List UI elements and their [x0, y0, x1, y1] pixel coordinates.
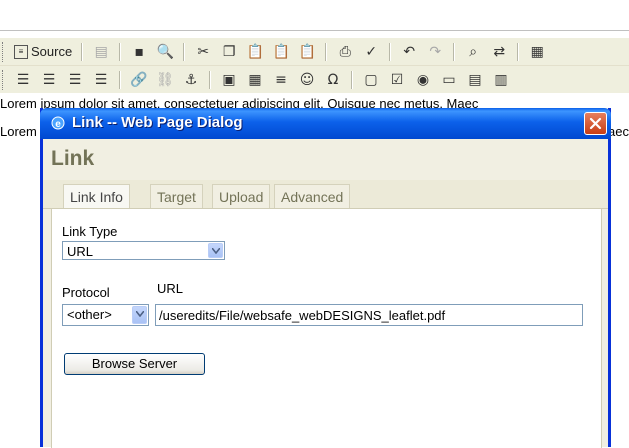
toolbar-separator — [325, 42, 328, 61]
image-icon[interactable]: ▣ — [218, 69, 240, 91]
paste-word-icon[interactable]: 📋 — [296, 41, 318, 63]
undo-icon[interactable]: ↶ — [398, 41, 420, 63]
ie-icon: e — [51, 116, 65, 130]
select-all-icon[interactable]: ▦ — [526, 41, 548, 63]
protocol-select[interactable]: <other> — [62, 304, 149, 326]
url-label: URL — [157, 281, 184, 296]
link-icon[interactable]: 🔗 — [128, 69, 150, 91]
paste-text-icon[interactable]: 📋 — [270, 41, 292, 63]
dialog-window-title: Link -- Web Page Dialog — [72, 114, 243, 131]
save-icon[interactable]: ▪ — [128, 41, 150, 63]
align-right-icon[interactable]: ☰ — [64, 69, 86, 91]
top-border — [0, 0, 629, 1]
justify-icon[interactable]: ☰ — [90, 69, 112, 91]
textfield-icon[interactable]: ▭ — [438, 69, 460, 91]
print-icon[interactable]: ⎙ — [334, 41, 356, 63]
align-center-icon[interactable]: ☰ — [38, 69, 60, 91]
form-icon[interactable]: ▢ — [360, 69, 382, 91]
tab-link-info[interactable]: Link Info — [63, 184, 130, 210]
link-type-select[interactable]: URL — [62, 241, 225, 260]
chevron-down-icon — [132, 306, 147, 324]
dialog-body: Link Link Info Target Upload Advanced Li… — [43, 139, 608, 448]
checkbox-icon[interactable]: ☑ — [386, 69, 408, 91]
protocol-value: <other> — [67, 307, 112, 322]
templates-icon[interactable]: ▤ — [90, 41, 112, 63]
source-icon: ≡ — [14, 44, 28, 59]
browse-server-button[interactable]: Browse Server — [64, 353, 205, 375]
protocol-label: Protocol — [62, 285, 110, 300]
tab-target[interactable]: Target — [150, 184, 203, 209]
textarea-icon[interactable]: ▤ — [464, 69, 486, 91]
link-type-label: Link Type — [62, 224, 118, 239]
toolbar-grip[interactable] — [2, 69, 7, 90]
toolbar-separator — [183, 42, 186, 61]
close-button[interactable] — [584, 112, 607, 135]
replace-icon[interactable]: ⇄ — [488, 41, 510, 63]
svg-text:e: e — [55, 119, 61, 130]
toolbar-grip[interactable] — [2, 41, 7, 62]
link-dialog: e Link -- Web Page Dialog Link Link Info… — [40, 108, 611, 448]
editor-content-line[interactable]: Lorem — [0, 124, 37, 139]
toolbar-separator — [351, 70, 353, 89]
editor-toolbar-1: ≡ Source ▤ ▪ 🔍 ✂ ❐ 📋 📋 📋 ⎙ ✓ ↶ ↷ ⌕ ⇄ ▦ — [0, 38, 629, 66]
toolbar-separator — [517, 42, 520, 61]
link-type-value: URL — [67, 244, 94, 259]
select-field-icon[interactable]: ▥ — [490, 69, 512, 91]
paste-icon[interactable]: 📋 — [244, 41, 266, 63]
source-button[interactable]: ≡ Source — [14, 44, 72, 59]
close-icon — [589, 117, 602, 130]
smiley-icon[interactable]: ☺ — [296, 69, 318, 91]
editor-toolbar-2: ☰ ☰ ☰ ☰ 🔗 ⛓ ⚓ ▣ ▦ ≡ ☺ Ω ▢ ☑ ◉ ▭ ▤ ▥ — [0, 66, 629, 93]
spellcheck-icon[interactable]: ✓ — [360, 41, 382, 63]
align-left-icon[interactable]: ☰ — [12, 69, 34, 91]
cut-icon[interactable]: ✂ — [192, 41, 214, 63]
toolbar-separator — [119, 42, 122, 61]
horizontal-rule-icon[interactable]: ≡ — [270, 69, 292, 91]
link-info-panel: Link Type URL Protocol URL <other> Brows… — [51, 208, 602, 448]
find-icon[interactable]: ⌕ — [462, 41, 484, 63]
url-input[interactable] — [155, 304, 583, 326]
dialog-titlebar[interactable]: e Link -- Web Page Dialog — [40, 108, 611, 139]
copy-icon[interactable]: ❐ — [218, 41, 240, 63]
special-char-icon[interactable]: Ω — [322, 69, 344, 91]
unlink-icon[interactable]: ⛓ — [154, 69, 176, 91]
anchor-icon[interactable]: ⚓ — [180, 69, 202, 91]
preview-icon[interactable]: 🔍 — [154, 41, 176, 63]
toolbar-separator — [389, 42, 392, 61]
radio-icon[interactable]: ◉ — [412, 69, 434, 91]
toolbar-separator — [453, 42, 456, 61]
dialog-heading: Link — [51, 147, 95, 170]
tab-advanced[interactable]: Advanced — [274, 184, 351, 209]
toolbar-separator — [209, 70, 211, 89]
chevron-down-icon — [208, 243, 223, 258]
toolbar-separator — [81, 42, 84, 61]
tab-upload[interactable]: Upload — [212, 184, 271, 209]
source-label: Source — [31, 44, 73, 59]
toolbar-separator — [119, 70, 121, 89]
table-icon[interactable]: ▦ — [244, 69, 266, 91]
redo-icon[interactable]: ↷ — [424, 41, 446, 63]
